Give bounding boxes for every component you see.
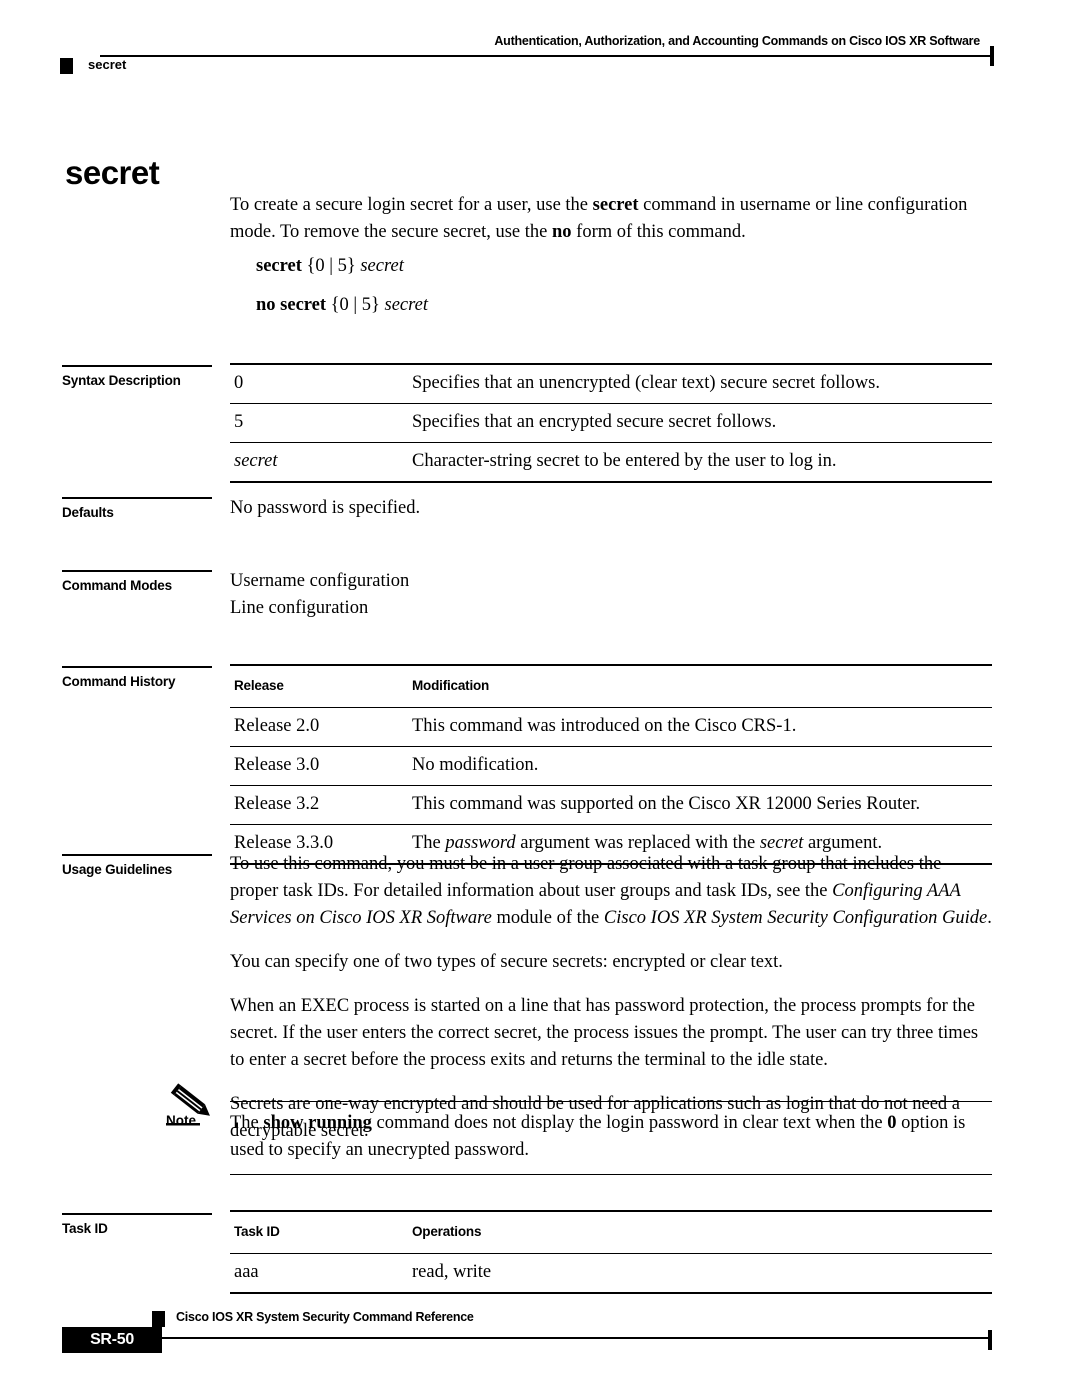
modification-1: No modification.	[412, 755, 539, 775]
section-label-defaults: Defaults	[62, 497, 212, 520]
section-label-command-modes: Command Modes	[62, 570, 212, 593]
note-pre: The	[230, 1113, 264, 1133]
syntax-desc-2: Character-string secret to be entered by…	[412, 451, 837, 471]
footer-rule	[160, 1337, 992, 1339]
usage-paragraph-3: When an EXEC process is started on a lin…	[230, 996, 979, 1070]
section-label-command-history: Command History	[62, 666, 212, 689]
col-header-operations: Operations	[412, 1224, 482, 1239]
task-id-table: Task ID Operations aaa read, write	[230, 1210, 992, 1294]
syntax-term-0: 0	[234, 373, 244, 393]
command-modes-content: Username configuration Line configuratio…	[230, 568, 992, 622]
syntax-1-argument: secret	[360, 256, 404, 276]
header-command-name: secret	[88, 57, 127, 72]
modification-0: This command was introduced on the Cisco…	[412, 716, 797, 736]
col-header-release: Release	[234, 678, 284, 693]
syntax-term-2: secret	[234, 451, 278, 471]
syntax-line-2: no secret {0 | 5} secret	[230, 292, 992, 319]
modification-3-mid: argument was replaced with the	[515, 833, 760, 853]
table-row: aaa read, write	[230, 1253, 992, 1294]
modification-2: This command was supported on the Cisco …	[412, 794, 921, 814]
table-row: Release 2.0 This command was introduced …	[230, 707, 992, 747]
note-body: The show running command does not displa…	[230, 1101, 992, 1175]
note-mid: command does not display the login passw…	[371, 1113, 888, 1133]
usage-p1-post: .	[987, 908, 992, 928]
usage-paragraph-2: You can specify one of two types of secu…	[230, 952, 783, 972]
syntax-desc-0: Specifies that an unencrypted (clear tex…	[412, 373, 880, 393]
release-1: Release 3.0	[234, 755, 320, 775]
table-header-row: Task ID Operations	[230, 1211, 992, 1254]
defaults-text: No password is specified.	[230, 498, 421, 518]
usage-p1-mid: module of the	[491, 908, 604, 928]
modification-3-italic-secret: secret	[759, 833, 804, 853]
intro-post: form of this command.	[571, 222, 746, 242]
section-label-task-id: Task ID	[62, 1213, 212, 1236]
document-page: Authentication, Authorization, and Accou…	[0, 0, 1080, 1397]
page-number-badge: SR-50	[62, 1327, 162, 1353]
syntax-description-table: 0 Specifies that an unencrypted (clear t…	[230, 363, 992, 483]
table-row: 5 Specifies that an encrypted secure sec…	[230, 403, 992, 443]
syntax-1-command: secret	[256, 256, 302, 276]
task-id-value-0: aaa	[234, 1262, 259, 1282]
running-header: Authentication, Authorization, and Accou…	[60, 34, 994, 80]
syntax-line-1: secret {0 | 5} secret	[230, 253, 992, 280]
page-title: secret	[65, 154, 160, 192]
task-operations-0: read, write	[412, 1262, 492, 1282]
intro-text: To create a secure login secret for a us…	[230, 192, 992, 246]
footer-end-tick	[988, 1330, 992, 1350]
intro-bold-no: no	[552, 222, 572, 242]
modification-3-italic-password: password	[445, 833, 516, 853]
usage-paragraph-1: To use this command, you must be in a us…	[230, 851, 992, 932]
black-square-marker-icon-footer	[152, 1311, 165, 1327]
note-label: Note	[166, 1113, 196, 1128]
release-2: Release 3.2	[234, 794, 320, 814]
header-end-tick	[990, 46, 994, 66]
note-text: The show running command does not displa…	[230, 1110, 992, 1164]
intro-bold-secret: secret	[592, 195, 639, 215]
modification-3-post: argument.	[803, 833, 883, 853]
header-title: Authentication, Authorization, and Accou…	[494, 34, 980, 48]
table-row: secret Character-string secret to be ent…	[230, 442, 992, 483]
usage-p1-italic-guide: Cisco IOS XR System Security Configurati…	[603, 908, 988, 928]
command-history-table: Release Modification Release 2.0 This co…	[230, 664, 992, 865]
intro-pre: To create a secure login secret for a us…	[230, 195, 593, 215]
command-modes-line-0: Username configuration	[230, 571, 410, 591]
syntax-desc-1: Specifies that an encrypted secure secre…	[412, 412, 777, 432]
table-row: Release 3.0 No modification.	[230, 746, 992, 786]
syntax-2-argument: secret	[384, 295, 429, 315]
command-modes-line-1: Line configuration	[230, 598, 369, 618]
col-header-modification: Modification	[412, 678, 490, 693]
black-square-marker-icon	[60, 58, 73, 74]
section-label-syntax-description: Syntax Description	[62, 365, 212, 388]
footer-document-title: Cisco IOS XR System Security Command Ref…	[176, 1310, 474, 1324]
syntax-term-1: 5	[234, 412, 244, 432]
table-header-row: Release Modification	[230, 665, 992, 708]
syntax-2-brace: {0 | 5}	[326, 295, 385, 315]
section-label-usage-guidelines: Usage Guidelines	[62, 854, 212, 877]
modification-3-pre: The	[412, 833, 446, 853]
syntax-2-command: no secret	[256, 295, 327, 315]
intro-paragraph: To create a secure login secret for a us…	[230, 192, 992, 246]
table-row: 0 Specifies that an unencrypted (clear t…	[230, 364, 992, 404]
defaults-content: No password is specified.	[230, 495, 992, 522]
release-0: Release 2.0	[234, 716, 320, 736]
note-bold-show-running: show running	[263, 1113, 372, 1133]
syntax-1-brace: {0 | 5}	[301, 256, 361, 276]
table-row: Release 3.2 This command was supported o…	[230, 785, 992, 825]
header-rule	[100, 55, 992, 57]
col-header-task-id: Task ID	[234, 1224, 280, 1239]
